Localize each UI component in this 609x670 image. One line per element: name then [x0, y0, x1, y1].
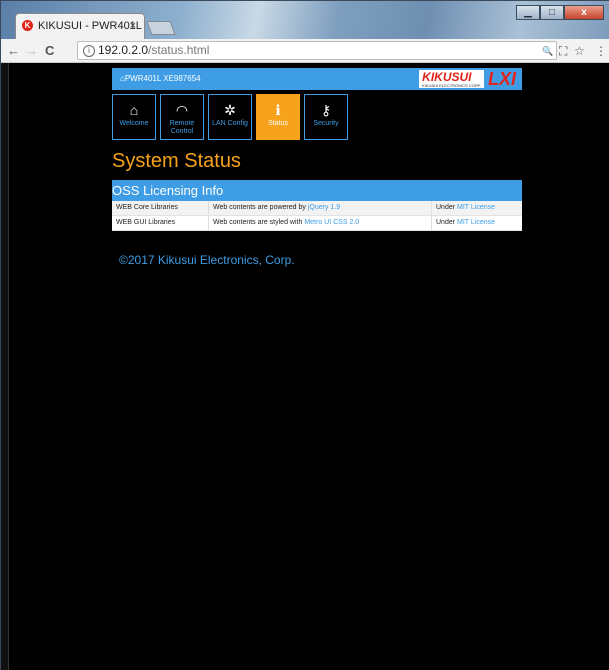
tile-security[interactable]: ⚷ Security [304, 94, 348, 140]
reload-icon[interactable]: C [45, 43, 54, 59]
metro-ui-link[interactable]: Metro UI CSS 2.0 [304, 219, 359, 226]
window-left-edge [1, 63, 9, 670]
device-header: ⌂PWR401L XE987654 KIKUSUI KIKUSUI ELECTR… [112, 68, 522, 90]
close-window-button[interactable]: x [564, 5, 604, 20]
copyright-footer: ©2017 Kikusui Electronics, Corp. [119, 253, 295, 267]
jquery-link[interactable]: jQuery 1.9 [308, 204, 340, 211]
browser-window: K KIKUSUI - PWR401L | × ▁ □ x ← → C i 19… [0, 0, 609, 670]
bookmark-star-icon[interactable]: ☆ [574, 43, 585, 59]
info-icon: ℹ [275, 102, 281, 118]
license-cell: Under MIT License [431, 215, 522, 231]
license-cell: Under MIT License [431, 201, 522, 216]
page-title: System Status [112, 150, 241, 172]
kikusui-logo: KIKUSUI KIKUSUI ELECTRONICS CORP. [419, 70, 484, 88]
gauge-icon: ◠ [175, 102, 189, 118]
title-bar: K KIKUSUI - PWR401L | × ▁ □ x [1, 1, 609, 56]
menu-icon[interactable]: ⋮ [595, 43, 607, 59]
tile-welcome[interactable]: ⌂ Welcome [112, 94, 156, 140]
library-name: WEB Core Libraries [112, 201, 209, 216]
oss-license-table: WEB Core Libraries Web contents are powe… [112, 201, 522, 231]
tile-remote-control[interactable]: ◠ Remote Control [160, 94, 204, 140]
section-title: OSS Licensing Info [112, 180, 522, 201]
page-content: ⌂PWR401L XE987654 KIKUSUI KIKUSUI ELECTR… [9, 63, 609, 670]
tab-close-icon[interactable]: × [130, 14, 136, 38]
brand-logos: KIKUSUI KIKUSUI ELECTRONICS CORP. LXI [419, 70, 516, 88]
translate-icon[interactable]: ⛶ [559, 43, 567, 59]
new-tab-button[interactable] [146, 21, 176, 35]
key-icon: ⚷ [320, 102, 332, 118]
kikusui-favicon-icon: K [22, 20, 33, 31]
device-id-text: PWR401L XE987654 [124, 74, 201, 83]
forward-arrow-icon[interactable]: → [25, 43, 38, 59]
url-path: /status.html [148, 43, 210, 57]
device-id[interactable]: ⌂PWR401L XE987654 [120, 68, 201, 90]
gear-icon: ✲ [224, 102, 236, 118]
url-host: 192.0.2.0 [98, 43, 149, 57]
table-row: WEB Core Libraries Web contents are powe… [112, 201, 522, 216]
zoom-icon[interactable]: 🔍 [542, 43, 553, 59]
maximize-button[interactable]: □ [540, 5, 564, 20]
address-bar[interactable]: i 192.0.2.0/status.html [77, 41, 557, 60]
browser-toolbar: ← → C i 192.0.2.0/status.html 🔍 ⛶ ☆ ⋮ [1, 39, 609, 63]
table-row: WEB GUI Libraries Web contents are style… [112, 215, 522, 231]
tile-status[interactable]: ℹ Status [256, 94, 300, 140]
minimize-button[interactable]: ▁ [516, 5, 540, 20]
info-icon[interactable]: i [83, 45, 95, 57]
window-controls: ▁ □ x [516, 5, 604, 21]
mit-license-link[interactable]: MIT License [457, 219, 495, 226]
mit-license-link[interactable]: MIT License [457, 204, 495, 211]
browser-tab[interactable]: K KIKUSUI - PWR401L | × [15, 13, 145, 56]
library-description: Web contents are powered by jQuery 1.9 [208, 201, 432, 216]
lxi-logo: LXI [487, 69, 516, 89]
library-description: Web contents are styled with Metro UI CS… [208, 215, 432, 231]
library-name: WEB GUI Libraries [112, 215, 209, 231]
home-icon: ⌂ [129, 102, 139, 118]
back-arrow-icon[interactable]: ← [7, 43, 20, 59]
nav-tiles: ⌂ Welcome ◠ Remote Control ✲ LAN Config … [112, 94, 352, 140]
tile-lan-config[interactable]: ✲ LAN Config [208, 94, 252, 140]
